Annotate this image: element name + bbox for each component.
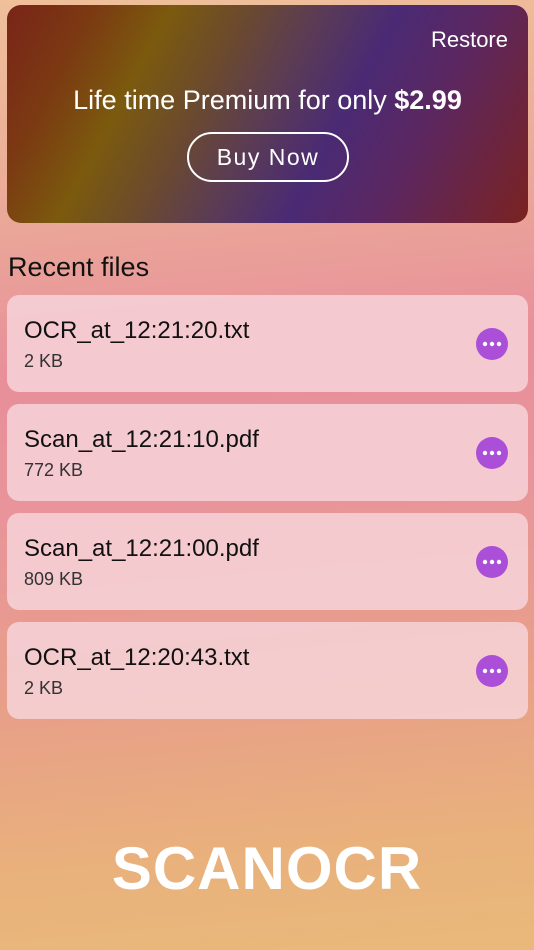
premium-price: $2.99 (394, 85, 462, 115)
file-size: 2 KB (24, 678, 64, 698)
buy-now-button[interactable]: Buy Now (187, 132, 349, 182)
ellipsis-icon (482, 341, 502, 347)
file-item[interactable]: Scan_at_12:21:00.pdf 809 KB (7, 513, 528, 610)
file-item[interactable]: OCR_at_12:20:43.txt 2 KB (7, 622, 528, 719)
ellipsis-icon (482, 559, 502, 565)
more-options-button[interactable] (476, 546, 508, 578)
premium-offer-label: Life time Premium for only (73, 85, 395, 115)
file-item[interactable]: Scan_at_12:21:10.pdf 772 KB (7, 404, 528, 501)
ellipsis-icon (482, 450, 502, 456)
app-logo-text: SCANOCR (111, 835, 423, 902)
premium-banner: Restore Life time Premium for only $2.99… (7, 5, 528, 223)
recent-files-list: OCR_at_12:21:20.txt 2 KB Scan_at_12:21:1… (7, 295, 528, 731)
file-size: 809 KB (24, 569, 84, 589)
file-item[interactable]: OCR_at_12:21:20.txt 2 KB (7, 295, 528, 392)
file-name: Scan_at_12:21:00.pdf (24, 535, 259, 562)
file-name: OCR_at_12:21:20.txt (24, 317, 250, 344)
file-size: 2 KB (24, 351, 64, 371)
more-options-button[interactable] (476, 437, 508, 469)
file-name: OCR_at_12:20:43.txt (24, 644, 250, 671)
more-options-button[interactable] (476, 328, 508, 360)
file-name: Scan_at_12:21:10.pdf (24, 426, 259, 453)
premium-offer-text: Life time Premium for only $2.99 (7, 85, 528, 116)
restore-button[interactable]: Restore (431, 27, 508, 53)
more-options-button[interactable] (476, 655, 508, 687)
ellipsis-icon (482, 668, 502, 674)
file-size: 772 KB (24, 460, 84, 480)
recent-files-title: Recent files (8, 252, 150, 282)
